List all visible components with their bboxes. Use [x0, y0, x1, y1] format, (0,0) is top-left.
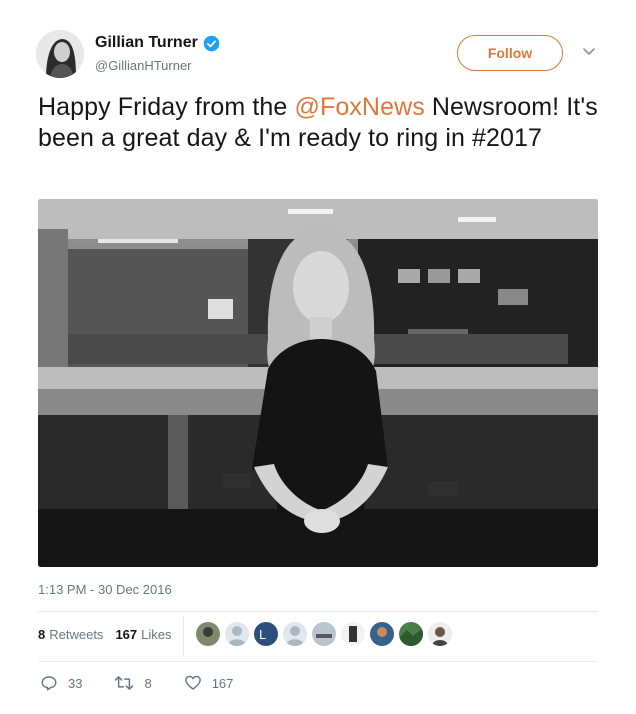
likes-stat[interactable]: 167 Likes [115, 627, 171, 642]
follow-button[interactable]: Follow [457, 35, 563, 71]
liker-avatar[interactable]: L [254, 622, 278, 646]
tweet-timestamp[interactable]: 1:13 PM - 30 Dec 2016 [38, 582, 172, 597]
engagement-stats: 8 Retweets 167 Likes [38, 627, 172, 642]
liker-avatar[interactable] [399, 622, 423, 646]
liker-avatar[interactable] [283, 622, 307, 646]
retweet-action[interactable]: 8 [114, 674, 152, 692]
retweet-count: 8 [144, 675, 152, 691]
liker-avatar[interactable] [428, 622, 452, 646]
retweet-icon [115, 676, 134, 690]
liker-avatar[interactable] [196, 622, 220, 646]
likes-count: 167 [115, 627, 138, 642]
reply-icon [41, 676, 57, 691]
stats-separator [183, 616, 184, 656]
tweet-photo[interactable] [38, 199, 598, 567]
heart-icon [184, 675, 201, 690]
likes-label: Likes [141, 627, 172, 642]
liker-avatar[interactable] [341, 622, 365, 646]
reply-action[interactable]: 33 [40, 674, 82, 692]
retweets-count: 8 [38, 627, 46, 642]
liker-avatars: L [196, 622, 457, 646]
tweet-text: Happy Friday from the @FoxNews Newsroom!… [38, 92, 608, 154]
liker-avatar[interactable] [225, 622, 249, 646]
stats-divider-bottom [38, 661, 598, 662]
verified-badge-icon [203, 35, 220, 51]
retweets-stat[interactable]: 8 Retweets [38, 627, 103, 642]
liker-avatar[interactable] [370, 622, 394, 646]
avatar-image [36, 30, 84, 78]
like-action[interactable]: 167 [184, 674, 234, 692]
svg-text:L: L [259, 628, 266, 642]
author-avatar[interactable] [36, 30, 84, 78]
author-name-row: Gillian Turner [95, 33, 220, 53]
newsroom-photo [38, 199, 598, 567]
like-count: 167 [211, 675, 234, 691]
liker-avatar[interactable] [312, 622, 336, 646]
tweet-text-before: Happy Friday from the [38, 93, 295, 121]
stats-divider-top [38, 611, 598, 612]
mention-link[interactable]: @FoxNews [294, 93, 424, 121]
author-name[interactable]: Gillian Turner [95, 34, 198, 52]
tweet-actions: 33 8 167 [40, 674, 265, 692]
chevron-down-icon[interactable] [580, 46, 598, 58]
retweets-label: Retweets [49, 627, 104, 642]
author-handle[interactable]: @GillianHTurner [95, 58, 192, 73]
reply-count: 33 [68, 675, 83, 691]
